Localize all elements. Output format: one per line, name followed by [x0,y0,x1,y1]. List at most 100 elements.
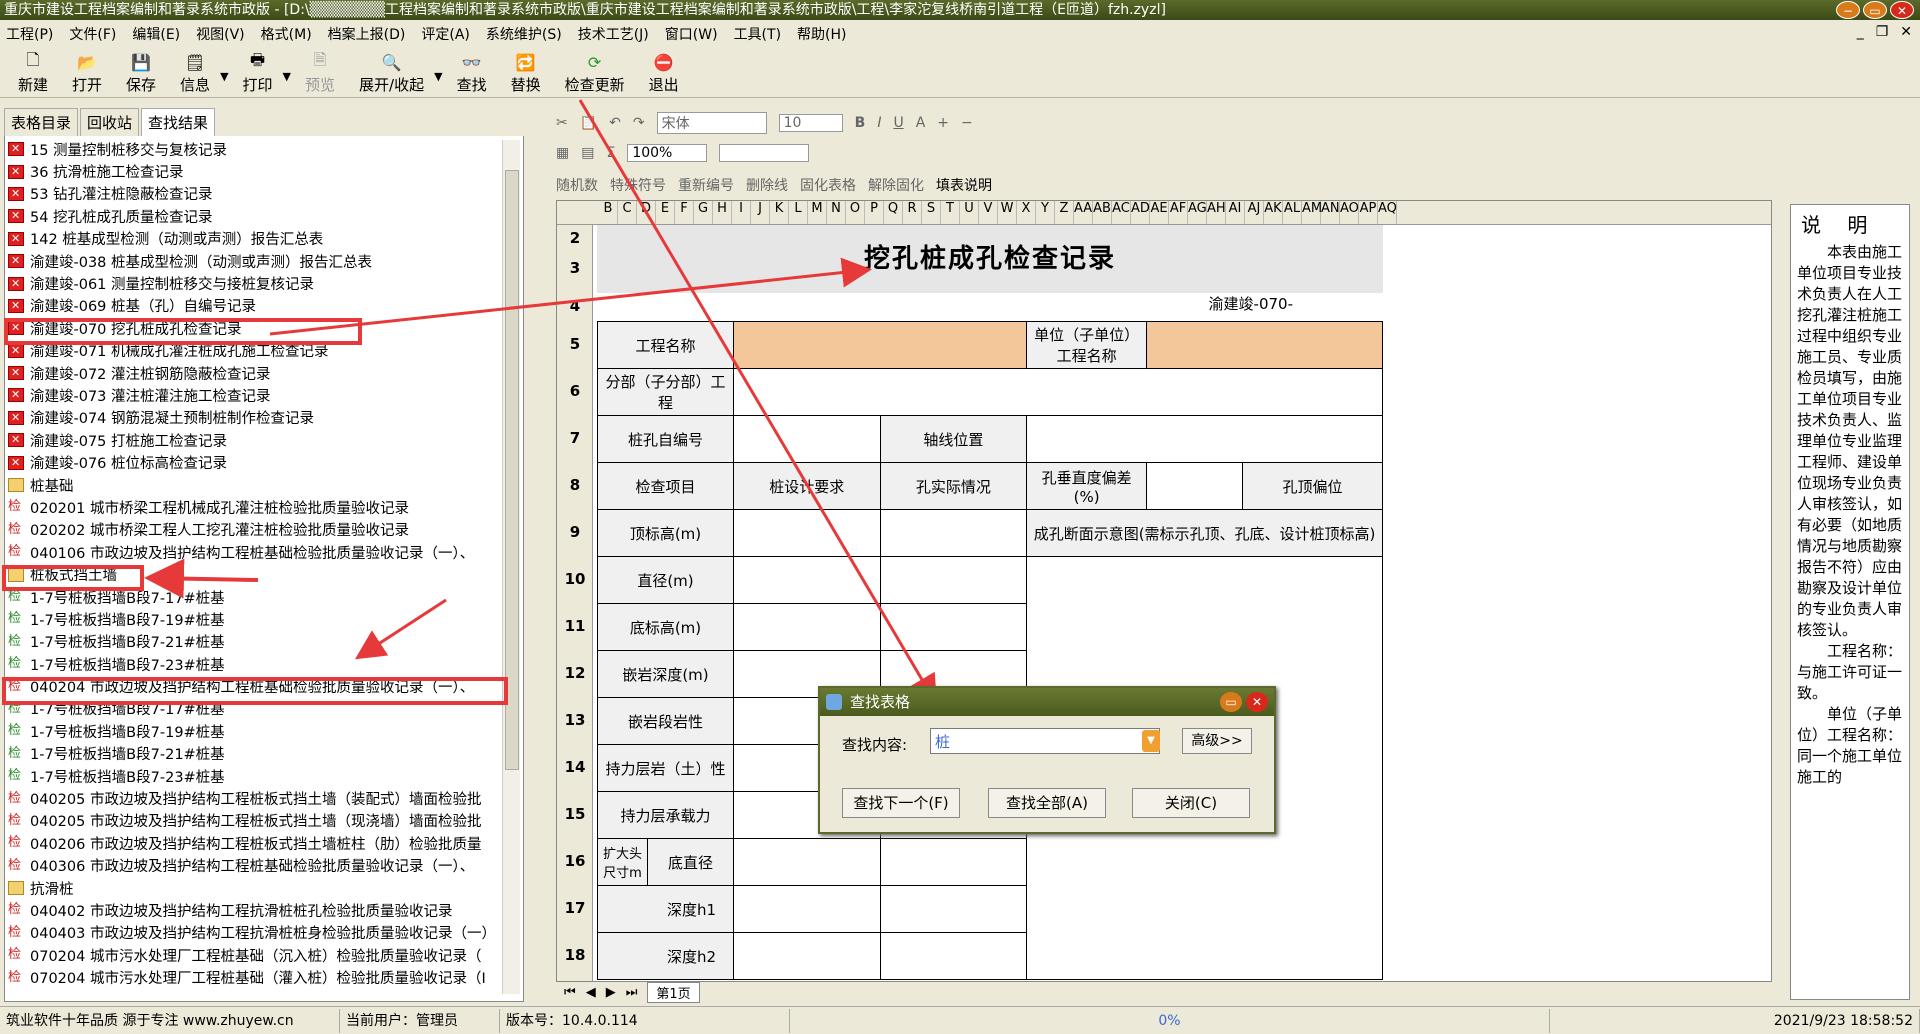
tree-item[interactable]: 检 1-7号桩板挡墙B段7-19#桩基 [8,608,502,630]
row-label[interactable]: 11 [557,617,593,635]
column-label[interactable]: AE [1150,201,1169,224]
column-label[interactable]: P [865,201,884,224]
tree-item[interactable]: 渝建竣-038 桩基成型检测（动测或声测）报告汇总表 [8,250,502,272]
menu-item[interactable]: 编辑(E) [132,24,180,44]
tree-item[interactable]: 检 040403 市政边坡及挡护结构工程抗滑桩桩身检验批质量验收记录（一） [8,922,502,944]
mdi-restore-icon[interactable]: ❐ [1876,24,1889,40]
new-button[interactable]: 🗋 新建 [18,49,48,97]
zoom-select[interactable]: 100% [627,144,708,162]
next-sheet-icon[interactable]: ▶ [606,985,616,1000]
depth1-actual[interactable] [879,885,1028,933]
tree-item[interactable]: 54 挖孔桩成孔质量检查记录 [8,205,502,227]
project-name-cell[interactable] [732,321,1028,369]
pane-splitter[interactable] [530,110,540,1002]
menu-item[interactable]: 档案上报(D) [328,24,406,44]
column-label[interactable]: AO [1340,201,1359,224]
column-label[interactable]: AK [1264,201,1283,224]
bottom-dia-actual[interactable] [879,838,1028,886]
column-label[interactable]: AF [1169,201,1188,224]
column-label[interactable]: AH [1207,201,1226,224]
column-label[interactable]: AL [1283,201,1302,224]
tree-item[interactable]: 142 桩基成型检测（动测或声测）报告汇总表 [8,228,502,250]
row-label[interactable]: 9 [557,523,593,541]
tree-item[interactable]: 渝建竣-075 打桩施工检查记录 [8,429,502,451]
column-label[interactable]: J [751,201,770,224]
row-label[interactable]: 2 [557,229,593,247]
save-button[interactable]: 💾 保存 [126,49,156,97]
column-label[interactable]: F [675,201,694,224]
diameter-actual[interactable] [879,556,1028,604]
column-label[interactable]: AI [1226,201,1245,224]
special-symbol-button[interactable]: 特殊符号 [610,175,666,195]
random-number-button[interactable]: 随机数 [556,175,598,195]
menu-item[interactable]: 工具(T) [734,24,781,44]
font-size-select[interactable]: 10 [778,114,843,132]
column-label[interactable]: AM [1302,201,1322,224]
row-label[interactable]: 16 [557,852,593,870]
dialog-close-button[interactable]: 关闭(C) [1132,788,1250,818]
last-sheet-icon[interactable]: ⏭ [626,985,638,1000]
column-label[interactable]: M [808,201,827,224]
bottom-elev-design[interactable] [733,603,881,651]
top-elev-design[interactable] [733,509,881,557]
exit-button[interactable]: ⛔ 退出 [649,49,679,97]
depth1-design[interactable] [733,885,881,933]
cut-icon[interactable]: ✂ [556,115,568,131]
tree-item[interactable]: 渝建竣-073 灌注桩灌注施工检查记录 [8,384,502,406]
tree-item[interactable]: 检 020201 城市桥梁工程机械成孔灌注桩检验批质量验收记录 [8,496,502,518]
row-label[interactable]: 7 [557,429,593,447]
italic-icon[interactable]: I [877,115,881,131]
column-label[interactable]: T [941,201,960,224]
tab-search-results[interactable]: 查找结果 [141,108,216,136]
tree-item[interactable]: 检 040206 市政边坡及挡护结构工程桩板式挡土墙桩柱（肋）检验批质量 [8,832,502,854]
tree-item[interactable]: 检 1-7号桩板挡墙B段7-21#桩基 [8,743,502,765]
diameter-design[interactable] [733,556,881,604]
tree-item[interactable]: 检 040306 市政边坡及挡护结构工程桩基础检验批质量验收记录（一）、 [8,855,502,877]
advanced-button[interactable]: 高级>> [1182,728,1252,754]
tree-item[interactable]: 15 测量控制桩移交与复核记录 [8,138,502,160]
subproject-cell[interactable] [733,368,1383,416]
find-next-button[interactable]: 查找下一个(F) [842,788,960,818]
dialog-titlebar[interactable]: 查找表格 ▭ ✕ [820,688,1274,716]
menu-item[interactable]: 文件(F) [69,24,116,44]
row-label[interactable]: 8 [557,476,593,494]
axis-cell[interactable] [1026,415,1383,463]
column-label[interactable]: C [618,201,637,224]
font-color-icon[interactable]: A [916,115,926,131]
column-label[interactable]: H [713,201,732,224]
minimize-button[interactable]: − [1836,1,1860,19]
tree-item[interactable]: 检 070204 城市污水处理厂工程桩基础（沉入桩）检验批质量验收记录（ [8,944,502,966]
dialog-minimize-icon[interactable]: ▭ [1220,692,1242,712]
column-label[interactable]: X [1017,201,1036,224]
unit-cell[interactable] [1146,321,1383,369]
row-label[interactable]: 14 [557,758,593,776]
row-label[interactable]: 17 [557,899,593,917]
tree-item[interactable]: 53 钻孔灌注桩隐蔽检查记录 [8,183,502,205]
tree-item[interactable]: 检 1-7号桩板挡墙B段7-23#桩基 [8,653,502,675]
tree-item[interactable]: 检 040106 市政边坡及挡护结构工程桩基础检验批质量验收记录（一）、 [8,541,502,563]
add-row-icon[interactable]: + [937,115,949,131]
column-label[interactable]: AA [1074,201,1093,224]
tree-item[interactable]: 渝建竣-072 灌注桩钢筋隐蔽检查记录 [8,362,502,384]
row-label[interactable]: 10 [557,570,593,588]
maximize-button[interactable]: ▭ [1863,1,1887,19]
menu-item[interactable]: 窗口(W) [665,24,718,44]
prev-sheet-icon[interactable]: ◀ [586,985,596,1000]
column-label[interactable]: AP [1359,201,1378,224]
column-label[interactable]: L [789,201,808,224]
row-label[interactable]: 6 [557,382,593,400]
tab-recycle-bin[interactable]: 回收站 [80,108,140,136]
column-label[interactable]: S [922,201,941,224]
info-dropdown-icon[interactable]: ▼ [220,70,228,83]
tree-scrollbar[interactable] [502,140,520,994]
tree-item[interactable]: 抗滑桩 [8,877,502,899]
paste-icon[interactable]: 📋 [580,115,597,131]
column-label[interactable]: D [637,201,656,224]
row-label[interactable]: 15 [557,805,593,823]
tree-item[interactable]: 渝建竣-074 钢筋混凝土预制桩制作检查记录 [8,407,502,429]
column-label[interactable]: W [998,201,1017,224]
bottom-dia-design[interactable] [733,838,881,886]
first-sheet-icon[interactable]: ⏮ [564,985,576,1000]
mdi-close-icon[interactable]: ✕ [1900,24,1912,40]
preview-button[interactable]: 🗎 预览 [305,49,335,97]
